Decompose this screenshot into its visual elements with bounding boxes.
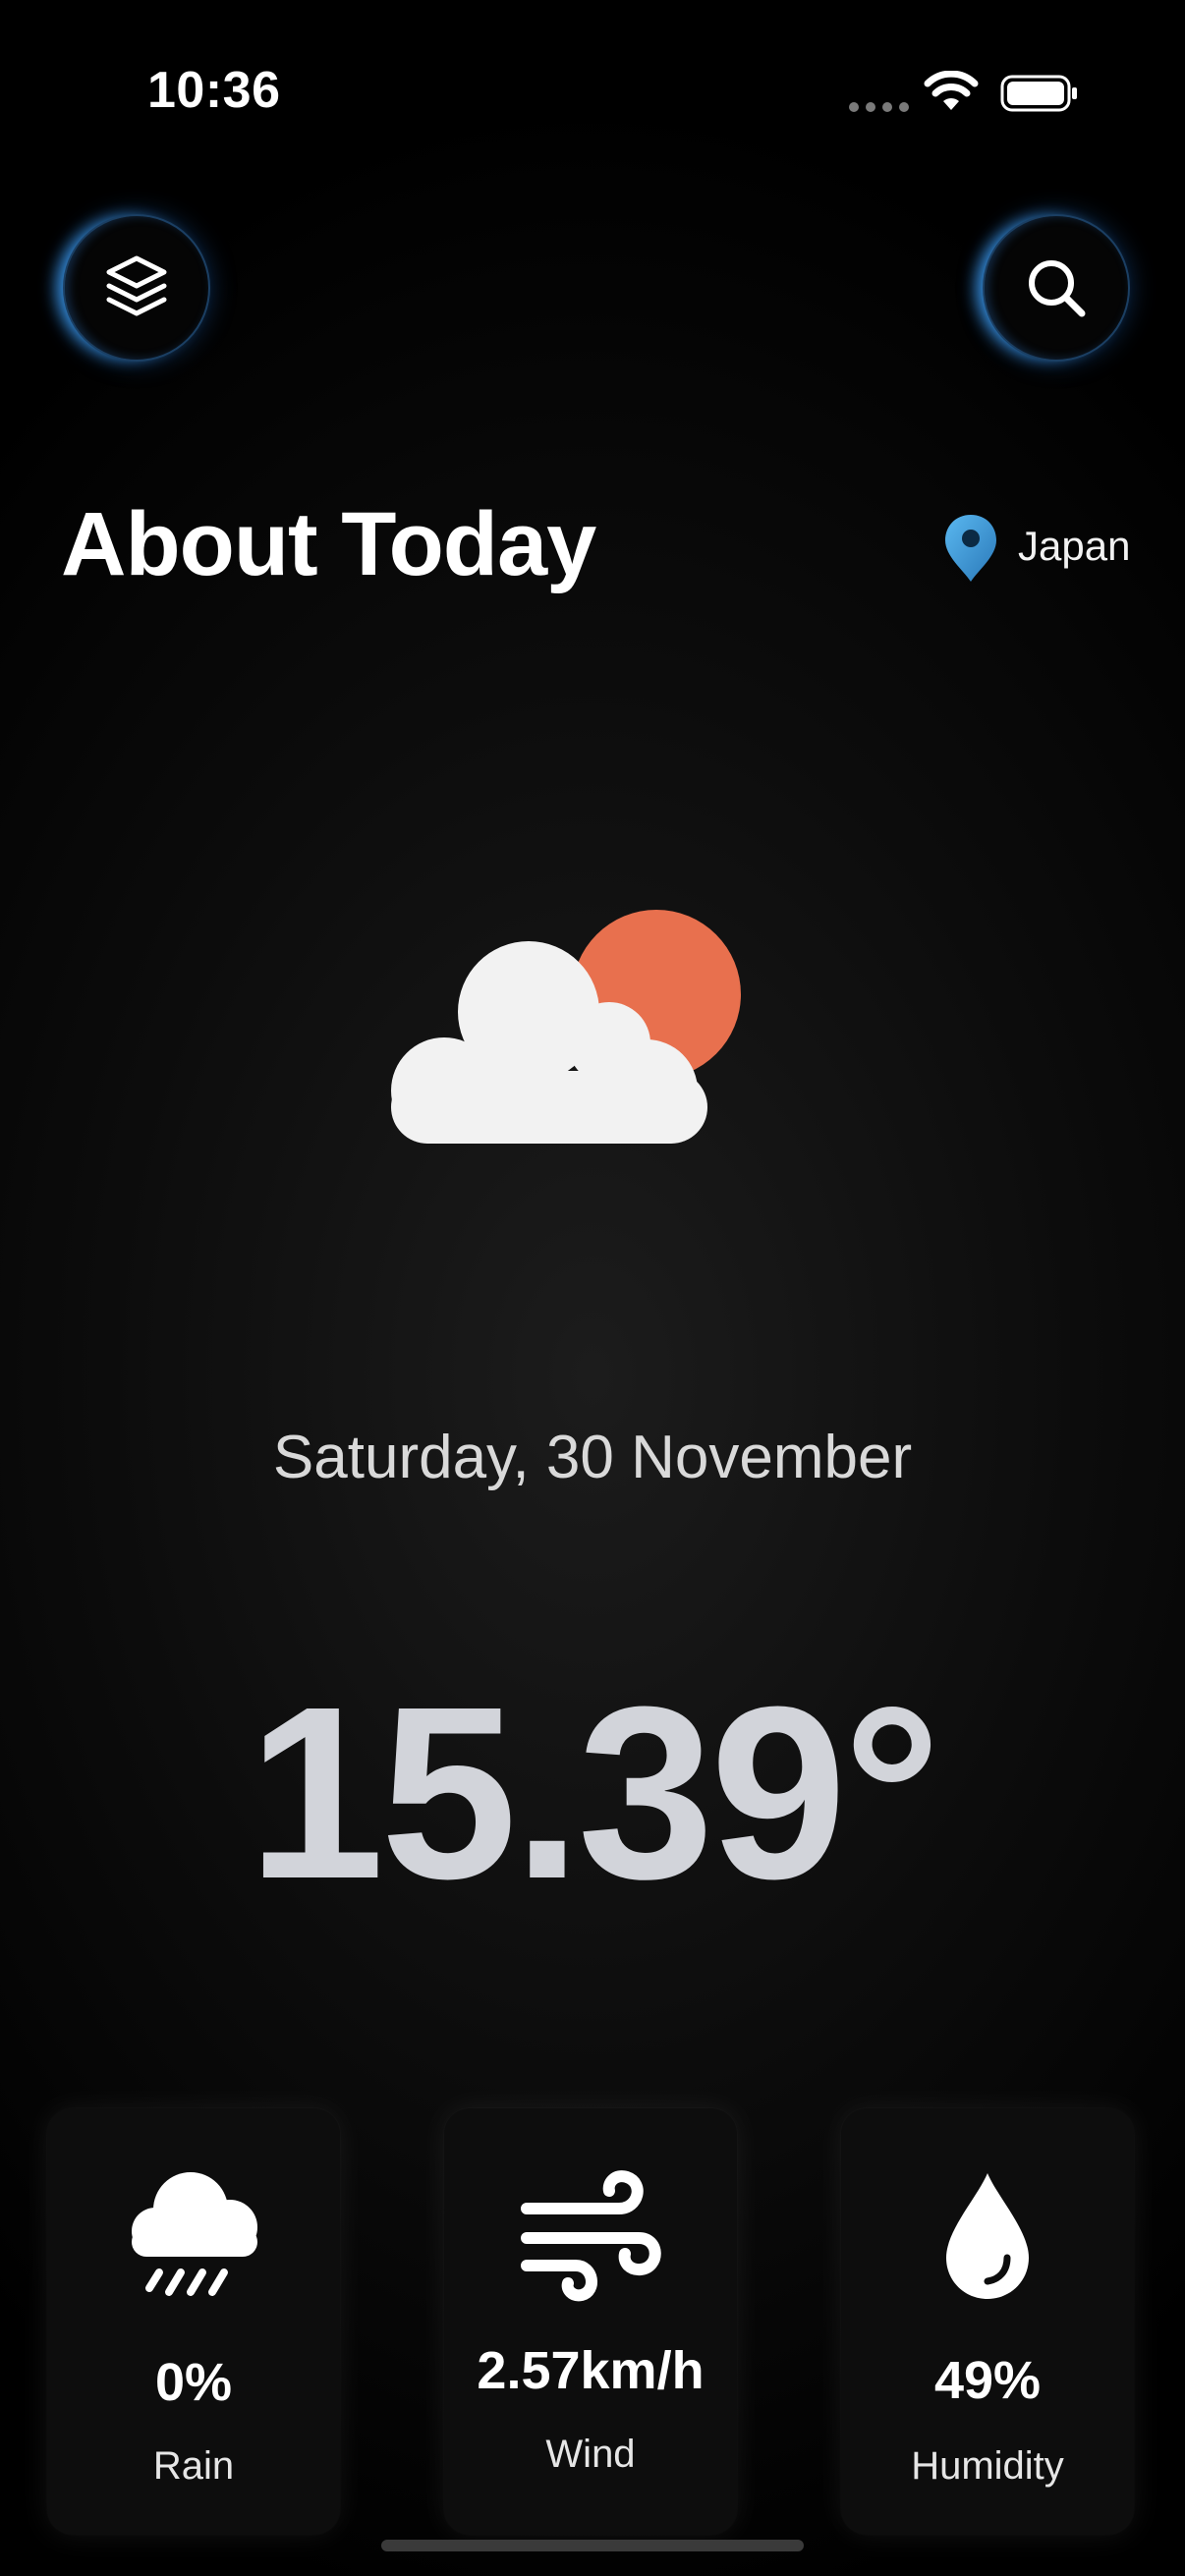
cellular-signal-icon <box>849 102 909 112</box>
layers-button[interactable] <box>63 214 210 362</box>
rain-cloud-icon <box>47 2157 340 2315</box>
wind-icon <box>444 2157 737 2315</box>
rain-label: Rain <box>152 2444 235 2488</box>
rain-card[interactable]: 0% Rain <box>47 2108 340 2535</box>
rain-value: 0% <box>154 2353 233 2412</box>
temperature-value: 15.39° <box>248 1655 941 1930</box>
wind-card[interactable]: 2.57km/h Wind <box>444 2108 737 2535</box>
status-time: 10:36 <box>147 62 281 119</box>
date-label: Saturday, 30 November <box>272 1424 913 1491</box>
layers-icon <box>106 255 167 316</box>
home-indicator[interactable] <box>381 2540 804 2551</box>
humidity-value: 49% <box>933 2351 1042 2410</box>
wind-value: 2.57km/h <box>477 2341 705 2400</box>
wifi-icon <box>924 71 979 110</box>
location-label[interactable]: Japan <box>1018 523 1130 570</box>
search-button[interactable] <box>983 214 1130 362</box>
humidity-label: Humidity <box>911 2444 1064 2488</box>
droplet-icon <box>841 2157 1134 2315</box>
wind-label: Wind <box>545 2433 636 2476</box>
search-icon <box>1029 260 1086 317</box>
location-pin-icon[interactable] <box>941 511 1000 584</box>
partly-cloudy-icon <box>391 910 741 1144</box>
page-title: About Today <box>61 494 596 594</box>
battery-icon <box>1000 75 1077 112</box>
humidity-card[interactable]: 49% Humidity <box>841 2108 1134 2535</box>
